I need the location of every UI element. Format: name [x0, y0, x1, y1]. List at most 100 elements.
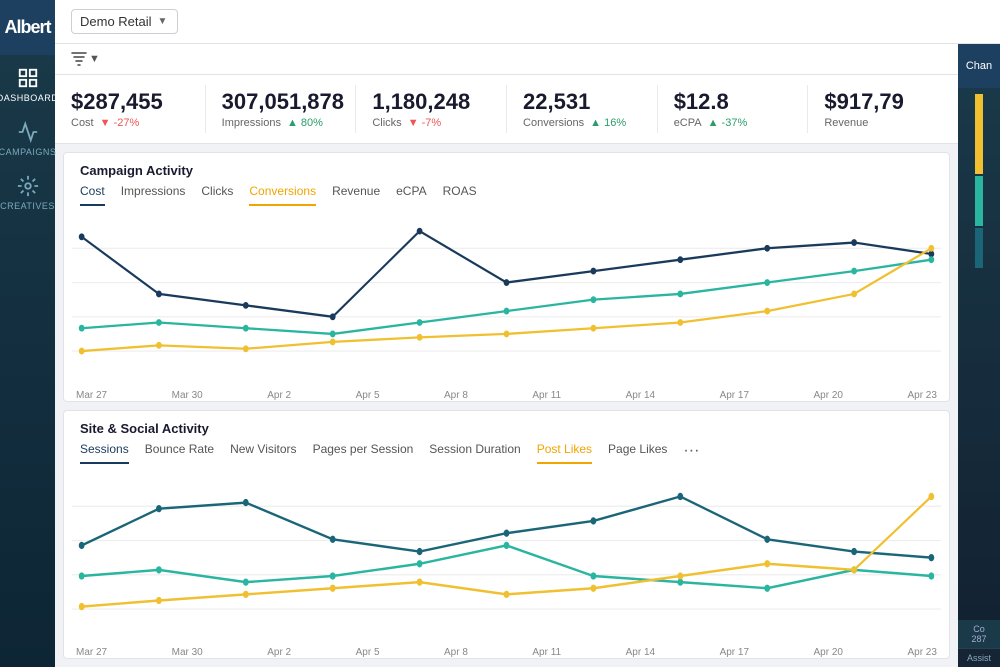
metric-card-ecpa: $12.8 eCPA ▲ -37%: [658, 85, 809, 133]
sidebar-item-dashboard[interactable]: Dashboard: [0, 55, 55, 109]
x-axis-label: Apr 5: [356, 390, 380, 401]
campaign-tab-revenue[interactable]: Revenue: [332, 184, 380, 206]
x-axis-label: Apr 14: [626, 390, 655, 401]
filter-button[interactable]: ▼: [71, 52, 100, 66]
campaign-tab-impressions[interactable]: Impressions: [121, 184, 186, 206]
sidebar-item-creatives[interactable]: Creatives: [0, 163, 55, 217]
x-axis-label: Apr 17: [720, 390, 749, 401]
x-axis-label: Apr 5: [356, 647, 380, 658]
cost-label: Co: [962, 624, 996, 634]
x-axis-label: Apr 17: [720, 647, 749, 658]
right-panel-cost-label: Co 287: [958, 620, 1000, 648]
right-bar-yellow: [975, 94, 983, 174]
metric-label-clicks: Clicks ▼ -7%: [372, 117, 490, 129]
site-tab-page_likes[interactable]: Page Likes: [608, 442, 667, 464]
dashboard-icon: [17, 67, 39, 89]
campaign-chart-area: [64, 206, 949, 389]
panels-row: Campaign Activity CostImpressionsClicksC…: [55, 144, 958, 667]
content-main: ▼ $287,455 Cost ▼ -27% 307,051,878 Impre…: [55, 44, 958, 667]
sidebar-item-campaigns[interactable]: Campaigns: [0, 109, 55, 163]
x-axis-label: Apr 20: [814, 390, 843, 401]
metric-label-impressions: Impressions ▲ 80%: [222, 117, 340, 129]
site-tab-bounce_rate[interactable]: Bounce Rate: [145, 442, 214, 464]
campaign-tab-roas[interactable]: ROAS: [443, 184, 477, 206]
site-tab-sessions[interactable]: Sessions: [80, 442, 129, 464]
campaign-tab-ecpa[interactable]: eCPA: [396, 184, 426, 206]
metric-change-clicks: ▼ -7%: [408, 117, 442, 129]
metric-value-impressions: 307,051,878: [222, 89, 340, 115]
cost-value: 287: [962, 634, 996, 644]
creatives-icon: [17, 175, 39, 197]
campaign-tab-conversions[interactable]: Conversions: [249, 184, 316, 206]
sidebar: Albert Dashboard Campaigns Creatives: [0, 0, 55, 667]
x-axis-label: Mar 30: [172, 390, 203, 401]
x-axis-label: Mar 30: [172, 647, 203, 658]
metric-label-revenue: Revenue: [824, 117, 942, 129]
sidebar-label-campaigns: Campaigns: [0, 147, 56, 157]
metric-value-clicks: 1,180,248: [372, 89, 490, 115]
app-logo[interactable]: Albert: [0, 0, 55, 55]
metric-card-cost: $287,455 Cost ▼ -27%: [55, 85, 206, 133]
metric-card-revenue: $917,79 Revenue: [808, 85, 958, 133]
campaign-x-axis: Mar 27 Mar 30 Apr 2 Apr 5 Apr 8 Apr 11 Apr 14 A…: [64, 390, 949, 401]
campaign-panel-title: Campaign Activity: [64, 153, 949, 184]
site-tab-pages_per_session[interactable]: Pages per Session: [313, 442, 414, 464]
x-axis-label: Mar 27: [76, 390, 107, 401]
x-axis-label: Apr 8: [444, 390, 468, 401]
x-axis-label: Apr 20: [814, 647, 843, 658]
filter-icon: [71, 52, 87, 66]
metric-change-cost: ▼ -27%: [100, 117, 140, 129]
campaign-activity-panel: Campaign Activity CostImpressionsClicksC…: [63, 152, 950, 401]
metric-value-revenue: $917,79: [824, 89, 942, 115]
site-tabs-more-icon[interactable]: ···: [683, 442, 699, 464]
site-tab-session_duration[interactable]: Session Duration: [429, 442, 520, 464]
right-panel-chan-label: Chan: [966, 60, 992, 72]
metric-label-cost: Cost ▼ -27%: [71, 117, 189, 129]
x-axis-label: Apr 14: [626, 647, 655, 658]
x-axis-label: Apr 2: [267, 390, 291, 401]
sidebar-label-creatives: Creatives: [0, 201, 55, 211]
x-axis-label: Apr 8: [444, 647, 468, 658]
metric-change-conversions: ▲ 16%: [590, 117, 626, 129]
campaign-tab-cost[interactable]: Cost: [80, 184, 105, 206]
metric-card-conversions: 22,531 Conversions ▲ 16%: [507, 85, 658, 133]
campaigns-icon: [17, 121, 39, 143]
metric-card-impressions: 307,051,878 Impressions ▲ 80%: [206, 85, 357, 133]
demo-retail-dropdown[interactable]: Demo Retail ▼: [71, 9, 178, 34]
x-axis-label: Mar 27: [76, 647, 107, 658]
filter-dropdown-arrow: ▼: [89, 53, 100, 65]
metric-value-cost: $287,455: [71, 89, 189, 115]
site-social-panel: Site & Social Activity Sessions Bounce Ra…: [63, 410, 950, 659]
site-x-axis: Mar 27Mar 30Apr 2Apr 5Apr 8Apr 11Apr 14A…: [64, 647, 949, 658]
x-axis-label: Apr 2: [267, 647, 291, 658]
site-tab-post_likes[interactable]: Post Likes: [537, 442, 592, 464]
campaign-tabs: Cost Impressions Clicks Conversions Revenue e…: [64, 184, 949, 206]
metric-label-ecpa: eCPA ▲ -37%: [674, 117, 792, 129]
topbar: Demo Retail ▼: [55, 0, 1000, 44]
x-axis-label: Apr 11: [532, 390, 561, 401]
dropdown-arrow-icon: ▼: [158, 16, 168, 27]
right-sidebar: Chan Co 287 Assist: [958, 44, 1000, 667]
content-area: ▼ $287,455 Cost ▼ -27% 307,051,878 Impre…: [55, 44, 1000, 667]
filter-bar: ▼: [55, 44, 958, 75]
main-content: Demo Retail ▼ ▼ $287,455 Cost ▼: [55, 0, 1000, 667]
site-chart-area: [64, 464, 949, 647]
campaign-tab-clicks[interactable]: Clicks: [201, 184, 233, 206]
demo-label: Demo Retail: [80, 14, 152, 29]
metric-value-conversions: 22,531: [523, 89, 641, 115]
metric-label-conversions: Conversions ▲ 16%: [523, 117, 641, 129]
site-panel-title: Site & Social Activity: [64, 411, 949, 442]
site-tabs: Sessions Bounce Rate New Visitors Pages per…: [64, 442, 949, 464]
metric-value-ecpa: $12.8: [674, 89, 792, 115]
metrics-bar: $287,455 Cost ▼ -27% 307,051,878 Impress…: [55, 75, 958, 144]
right-panel-chart: [958, 88, 1000, 620]
right-bar-teal: [975, 176, 983, 226]
metric-change-ecpa: ▲ -37%: [708, 117, 748, 129]
x-axis-label: Apr 23: [907, 390, 936, 401]
sidebar-label-dashboard: Dashboard: [0, 93, 58, 103]
metric-change-impressions: ▲ 80%: [287, 117, 323, 129]
site-tab-new_visitors[interactable]: New Visitors: [230, 442, 296, 464]
assist-label: Assist: [958, 648, 1000, 667]
metric-card-clicks: 1,180,248 Clicks ▼ -7%: [356, 85, 507, 133]
x-axis-label: Apr 23: [907, 647, 936, 658]
